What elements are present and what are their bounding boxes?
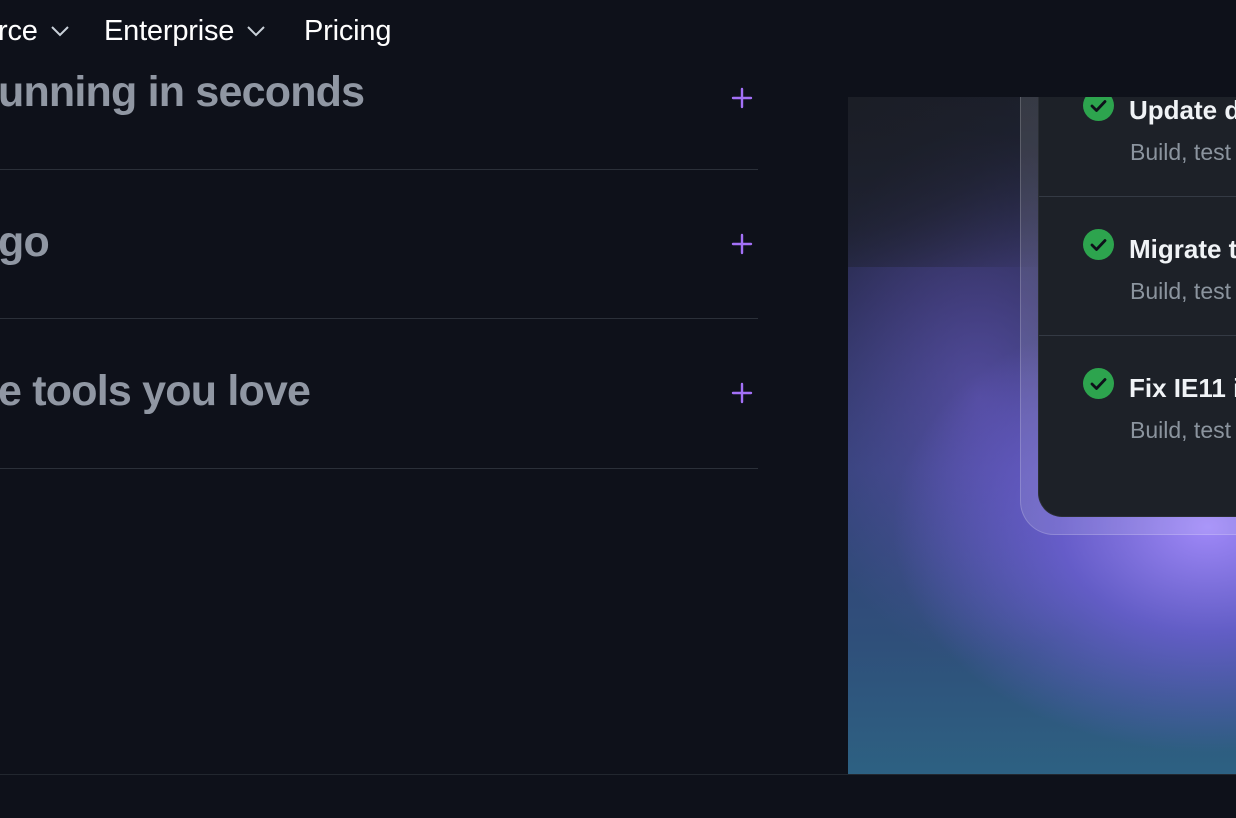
page: unning in seconds go e tools you love rc…: [0, 0, 1236, 818]
check-subtitle: Build, test: [1130, 417, 1231, 443]
accordion-item[interactable]: go: [0, 170, 758, 319]
check-circle-icon: [1083, 368, 1114, 399]
check-circle-icon: [1083, 229, 1114, 260]
accordion-item[interactable]: e tools you love: [0, 319, 758, 469]
nav-item-label: Enterprise: [104, 14, 235, 47]
check-circle-icon: [1083, 97, 1114, 121]
nav-item-label: rce: [0, 14, 38, 47]
top-navigation: rce Enterprise Pricing: [0, 0, 1236, 62]
check-item[interactable]: Fix IE11 in Build, test: [1039, 336, 1236, 475]
check-subtitle: Build, test: [1130, 139, 1231, 165]
accordion-item-title: unning in seconds: [0, 68, 365, 116]
nav-item-enterprise[interactable]: Enterprise: [104, 14, 266, 48]
checks-visual: Update d Build, test Migrate t Build, te…: [848, 97, 1236, 775]
accordion-item-title: e tools you love: [0, 367, 311, 415]
chevron-down-icon: [50, 25, 70, 37]
checks-card: Update d Build, test Migrate t Build, te…: [1038, 97, 1236, 517]
visual-backdrop: [848, 97, 1048, 267]
accordion-item-title: go: [0, 218, 50, 266]
section-divider: [0, 774, 1236, 775]
check-title: Update d: [1129, 97, 1236, 125]
check-subtitle: Build, test: [1130, 278, 1231, 304]
plus-icon[interactable]: [730, 232, 754, 256]
check-title: Fix IE11 in: [1129, 373, 1236, 403]
chevron-down-icon: [246, 25, 266, 37]
nav-item-label: Pricing: [304, 14, 392, 47]
plus-icon[interactable]: [730, 381, 754, 405]
plus-icon[interactable]: [730, 86, 754, 110]
check-title: Migrate t: [1129, 234, 1236, 264]
check-item[interactable]: Update d Build, test: [1039, 97, 1236, 197]
check-item[interactable]: Migrate t Build, test: [1039, 197, 1236, 336]
nav-item-open-source[interactable]: rce: [0, 14, 70, 48]
nav-item-pricing[interactable]: Pricing: [304, 14, 391, 48]
